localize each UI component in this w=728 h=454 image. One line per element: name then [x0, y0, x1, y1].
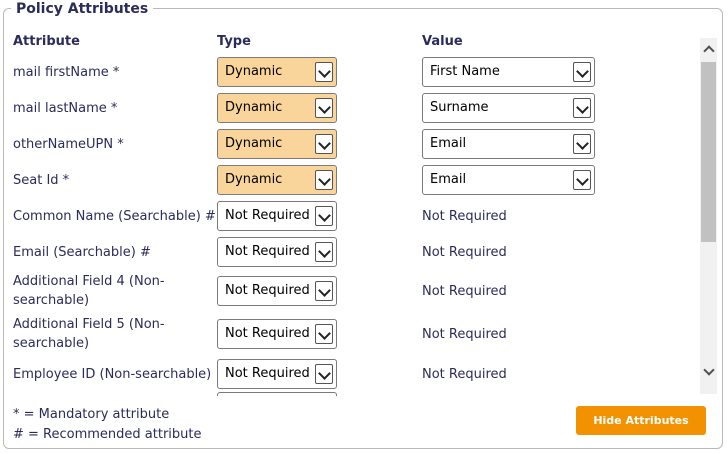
type-select-value: Dynamic	[225, 64, 283, 79]
chevron-down-icon[interactable]	[315, 242, 333, 262]
chevron-down-icon[interactable]	[315, 170, 333, 190]
type-select[interactable]: Not Required	[217, 276, 337, 306]
attribute-label: Email (Searchable) #	[13, 245, 151, 260]
value-select-value: First Name	[430, 64, 500, 79]
value-select-value: Surname	[430, 100, 489, 115]
type-select-value: Not Required	[225, 366, 310, 381]
value-select[interactable]: First Name	[422, 57, 595, 87]
type-select[interactable]: Not Required	[217, 319, 337, 349]
attribute-label: otherNameUPN *	[13, 137, 124, 152]
chevron-down-icon[interactable]	[573, 170, 591, 190]
type-select[interactable]: Dynamic	[217, 57, 337, 87]
chevron-down-icon[interactable]	[315, 134, 333, 154]
value-select[interactable]: Email	[422, 129, 595, 159]
chevron-down-icon[interactable]	[573, 134, 591, 154]
attribute-label: mail lastName *	[13, 101, 118, 116]
chevron-up-icon[interactable]	[703, 44, 713, 54]
attribute-label: mail firstName *	[13, 65, 120, 80]
chevron-down-icon[interactable]	[315, 206, 333, 226]
attribute-label: Common Name (Searchable) #	[13, 209, 216, 224]
attribute-label: Additional Field 4 (Non-searchable)	[13, 274, 165, 308]
chevron-down-icon[interactable]	[315, 324, 333, 344]
value-select-value: Email	[430, 172, 467, 187]
type-select[interactable]: Not Required	[217, 237, 337, 267]
value-text: Not Required	[422, 245, 507, 260]
chevron-down-icon[interactable]	[315, 281, 333, 301]
type-select-value: Not Required	[225, 208, 310, 223]
type-select[interactable]: Dynamic	[217, 165, 337, 195]
value-text: Not Required	[422, 367, 507, 382]
value-select[interactable]: Surname	[422, 93, 595, 123]
attribute-label: Employee ID (Non-searchable)	[13, 367, 212, 382]
value-text: Not Required	[422, 209, 507, 224]
type-select-value: Not Required	[225, 326, 310, 341]
chevron-down-icon[interactable]	[573, 98, 591, 118]
type-select[interactable]: Not Required	[217, 201, 337, 231]
type-select[interactable]: Dynamic	[217, 129, 337, 159]
value-select[interactable]: Email	[422, 165, 595, 195]
type-select-value: Dynamic	[225, 136, 283, 151]
type-select[interactable]: Dynamic	[217, 93, 337, 123]
chevron-down-icon[interactable]	[703, 366, 713, 376]
attribute-label: Seat Id *	[13, 173, 70, 188]
type-select-value: Not Required	[225, 283, 310, 298]
type-select[interactable]: Not Required	[217, 359, 337, 389]
header-type: Type	[217, 34, 251, 49]
header-value: Value	[422, 34, 463, 49]
type-select-partial[interactable]	[217, 392, 337, 396]
chevron-down-icon[interactable]	[315, 62, 333, 82]
value-select-value: Email	[430, 136, 467, 151]
hide-attributes-button[interactable]: Hide Attributes	[576, 406, 706, 435]
value-text: Not Required	[422, 327, 507, 342]
attribute-label: Additional Field 5 (Non-searchable)	[13, 317, 165, 351]
recommended-note: # = Recommended attribute	[13, 427, 202, 442]
scrollbar-thumb[interactable]	[701, 62, 716, 242]
type-select-value: Not Required	[225, 244, 310, 259]
chevron-down-icon[interactable]	[315, 364, 333, 384]
chevron-down-icon[interactable]	[573, 62, 591, 82]
type-select-value: Dynamic	[225, 172, 283, 187]
header-attribute: Attribute	[13, 34, 80, 49]
panel-title: Policy Attributes	[11, 0, 154, 18]
value-text: Not Required	[422, 284, 507, 299]
chevron-down-icon[interactable]	[315, 98, 333, 118]
mandatory-note: * = Mandatory attribute	[13, 407, 170, 422]
type-select-value: Dynamic	[225, 100, 283, 115]
